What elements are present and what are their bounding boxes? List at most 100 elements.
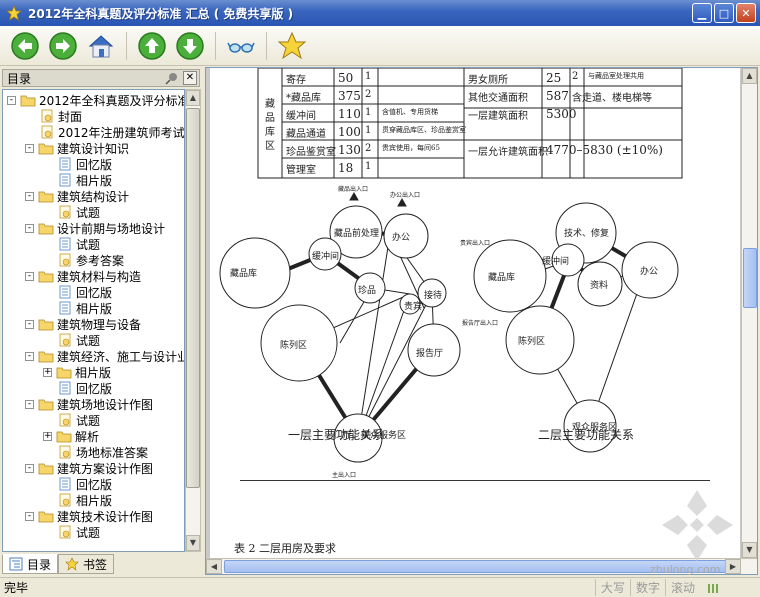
content-vertical-scrollbar[interactable]: ▲ ▼ <box>741 68 757 558</box>
home-icon <box>88 34 114 57</box>
tree-item[interactable]: 试题 <box>57 524 100 540</box>
entry-label: 办公出入口 <box>390 192 421 199</box>
tree-item[interactable]: - 建筑物理与设备 <box>25 316 141 332</box>
tree-item[interactable]: - 建筑场地设计作图 <box>25 396 153 412</box>
tree-item-label: 试题 <box>76 333 101 348</box>
tree-item[interactable]: - 建筑方案设计作图 <box>25 460 153 476</box>
window-title: 2012年全科真题及评分标准 汇总 ( 免费共享版 ) <box>28 6 294 21</box>
collapse-icon[interactable]: - <box>7 95 16 105</box>
expand-icon[interactable]: + <box>43 431 52 441</box>
diagram-node: 缓冲间 <box>312 252 340 262</box>
table-cell: 2 <box>572 71 579 82</box>
tree-item[interactable]: 试题 <box>57 332 100 348</box>
folder-icon <box>38 509 54 523</box>
folder-icon <box>38 397 54 411</box>
collapse-icon[interactable]: - <box>25 399 34 409</box>
scroll-down-arrow[interactable]: ▼ <box>186 535 200 551</box>
close-sidebar-icon[interactable]: ✕ <box>183 71 197 85</box>
back-button[interactable] <box>8 29 42 63</box>
title-bar: 2012年全科真题及评分标准 汇总 ( 免费共享版 ) ▁ □ ✕ <box>0 0 760 26</box>
scroll-thumb[interactable] <box>743 248 757 308</box>
folder-icon <box>20 93 36 107</box>
tree-item[interactable]: 相片版 <box>57 300 112 316</box>
minimize-button[interactable]: ▁ <box>692 3 712 23</box>
scroll-left-arrow[interactable]: ◀ <box>206 559 222 574</box>
diagram-node: 办公 <box>640 267 659 277</box>
table-cell: 2 <box>365 89 372 100</box>
scroll-down-arrow[interactable]: ▼ <box>742 542 757 558</box>
scroll-thumb[interactable] <box>186 108 200 488</box>
resize-grip-icon[interactable] <box>706 581 720 595</box>
tree-item[interactable]: - 建筑设计知识 <box>25 140 129 156</box>
tree-item[interactable]: 试题 <box>57 236 100 252</box>
diagram2-caption: 二层主要功能关系 <box>538 428 635 442</box>
collapse-icon[interactable]: - <box>25 143 34 153</box>
page-icon <box>57 285 73 299</box>
close-button[interactable]: ✕ <box>736 3 756 23</box>
tree-item-label: 参考答案 <box>76 253 125 268</box>
tree-item-label: 建筑场地设计作图 <box>57 397 154 412</box>
tree-item[interactable]: 试题 <box>57 204 100 220</box>
tree-item[interactable]: 回忆版 <box>57 476 112 492</box>
table-cell: 藏品库区 <box>265 99 275 152</box>
table-cell: 含走道、楼电梯等 <box>572 93 652 104</box>
tree-item[interactable]: 回忆版 <box>57 380 112 396</box>
tab-toc[interactable]: 目录 <box>2 554 59 574</box>
tree-item-label: 建筑技术设计作图 <box>57 509 154 524</box>
divider-line <box>240 480 710 481</box>
page-icon <box>57 237 73 251</box>
scroll-up-arrow[interactable]: ▲ <box>742 68 757 84</box>
tree-item[interactable]: 场地标准答案 <box>57 444 148 460</box>
tree-item[interactable]: + 解析 <box>43 428 99 444</box>
tree-item-label: 解析 <box>75 429 100 444</box>
collapse-icon[interactable]: - <box>25 463 34 473</box>
tree-item-label: 相片版 <box>76 301 113 316</box>
table-cell: 男女厕所 <box>468 75 508 86</box>
tree-item[interactable]: - 2012年全科真题及评分标准 汇 <box>7 92 184 108</box>
home-button[interactable] <box>84 29 118 63</box>
collapse-icon[interactable]: - <box>25 191 34 201</box>
tree-item[interactable]: - 建筑经济、施工与设计业务 <box>25 348 184 364</box>
favorite-button[interactable] <box>275 29 309 63</box>
toc-tree[interactable]: - 2012年全科真题及评分标准 汇封面2012年注册建筑师考试合格 - 建筑设计知识… <box>2 89 185 552</box>
tree-item-label: 回忆版 <box>76 157 113 172</box>
tree-item[interactable]: - 建筑技术设计作图 <box>25 508 153 524</box>
star-icon <box>65 557 79 571</box>
tree-item-label: 相片版 <box>76 493 113 508</box>
entry-label: 主出入口 <box>332 472 357 479</box>
tree-item[interactable]: - 设计前期与场地设计 <box>25 220 165 236</box>
tree-item[interactable]: 2012年注册建筑师考试合格 <box>39 124 184 140</box>
collapse-icon[interactable]: - <box>25 351 34 361</box>
up-button[interactable] <box>135 29 169 63</box>
collapse-icon[interactable]: - <box>25 511 34 521</box>
tree-item[interactable]: - 建筑材料与构造 <box>25 268 141 284</box>
down-button[interactable] <box>173 29 207 63</box>
tree-item[interactable]: 相片版 <box>57 492 112 508</box>
tree-item-label: 回忆版 <box>76 285 113 300</box>
forward-button[interactable] <box>46 29 80 63</box>
table-cell: 与藏品室处理共用 <box>588 72 644 80</box>
tree-item[interactable]: 封面 <box>39 108 82 124</box>
sidebar-scrollbar[interactable]: ▲ ▼ <box>185 89 201 552</box>
tree-item[interactable]: 参考答案 <box>57 252 124 268</box>
tree-item[interactable]: - 建筑结构设计 <box>25 188 129 204</box>
collapse-icon[interactable]: - <box>25 223 34 233</box>
table-cell: 4770–5830 (±10%) <box>546 143 663 157</box>
tree-item-label: 相片版 <box>75 365 112 380</box>
tab-bookmarks[interactable]: 书签 <box>58 554 115 574</box>
diagram-node: 办公 <box>392 233 411 243</box>
diagram-node: 藏品库 <box>230 269 258 279</box>
tree-item[interactable]: 回忆版 <box>57 156 112 172</box>
pin-icon[interactable] <box>165 71 179 85</box>
collapse-icon[interactable]: - <box>25 319 34 329</box>
tree-item[interactable]: 回忆版 <box>57 284 112 300</box>
collapse-icon[interactable]: - <box>25 271 34 281</box>
tree-item[interactable]: + 相片版 <box>43 364 111 380</box>
find-button[interactable] <box>224 29 258 63</box>
tree-item[interactable]: 相片版 <box>57 172 112 188</box>
maximize-button[interactable]: □ <box>714 3 734 23</box>
tree-item-label: 建筑方案设计作图 <box>57 461 154 476</box>
expand-icon[interactable]: + <box>43 367 52 377</box>
tree-item[interactable]: 试题 <box>57 412 100 428</box>
scroll-up-arrow[interactable]: ▲ <box>186 90 200 106</box>
